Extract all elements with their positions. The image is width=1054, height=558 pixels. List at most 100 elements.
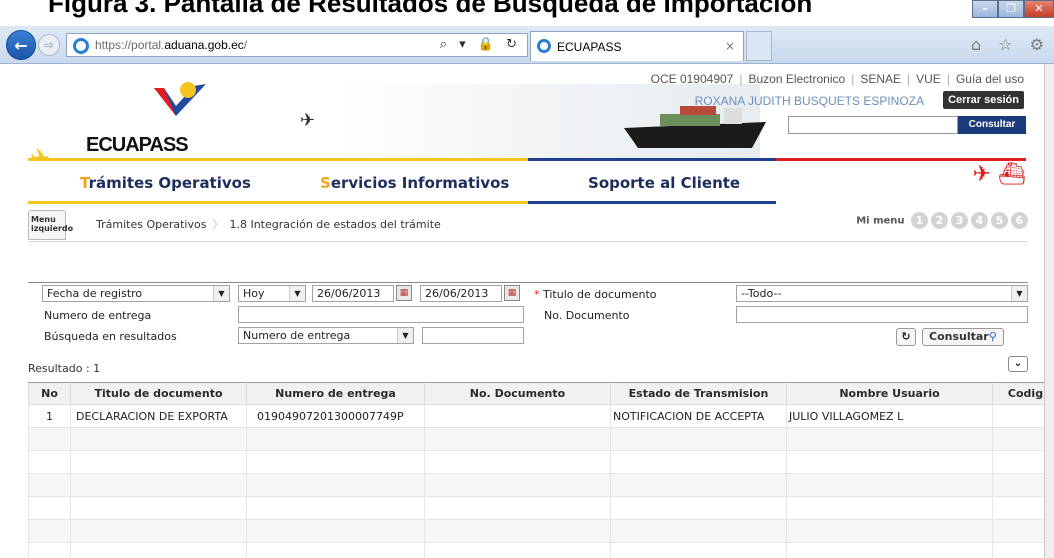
address-controls-icons[interactable]: ⌕ ▾ 🔒 ↻ — [440, 37, 521, 52]
minimize-button[interactable]: – — [972, 0, 998, 18]
numero-entrega-label: Numero de entrega — [44, 309, 152, 322]
breadcrumb: Trámites Operativos 〉 1.8 Integración de e… — [96, 216, 441, 232]
mi-menu-4[interactable]: 4 — [971, 212, 988, 229]
document-heading: Figura 3. Pantalla de Resultados de Búsq… — [0, 0, 1054, 26]
calendar-icon[interactable]: ▦ — [396, 285, 412, 301]
cell-numero-entrega[interactable]: 01904907201300007749P — [246, 404, 425, 428]
table-row-empty — [28, 496, 1044, 520]
no-documento-input[interactable] — [736, 306, 1028, 323]
consultar-button[interactable]: Consultar⚲ — [922, 328, 1004, 346]
window-controls: – ❐ ✕ — [972, 0, 1054, 18]
table-row[interactable]: 1 DECLARACION DE EXPORTA 019049072013000… — [28, 404, 1044, 428]
table-row-empty — [28, 473, 1044, 497]
numero-entrega-input[interactable] — [238, 306, 524, 323]
col-estado-transmision[interactable]: Estado de Transmision — [610, 382, 787, 405]
nav-servicios-informativos[interactable]: Servicios Informativos — [320, 174, 509, 192]
header-search-input[interactable] — [788, 116, 958, 134]
breadcrumb-level2: 1.8 Integración de estados del trámite — [229, 218, 441, 231]
browser-toolbar: – ❐ ✕ ← ⇨ https://portal.aduana.gob.ec/ … — [0, 0, 1054, 64]
back-button[interactable]: ← — [6, 30, 36, 60]
col-no-documento[interactable]: No. Documento — [424, 382, 611, 405]
close-window-button[interactable]: ✕ — [1024, 0, 1054, 18]
menu-izquierdo-button[interactable]: Menu izquierdo — [28, 210, 73, 240]
ecuapass-logo-mark — [154, 82, 206, 116]
senae-link[interactable]: SENAE — [860, 72, 901, 86]
refresh-button[interactable]: ↻ — [896, 328, 916, 346]
col-nombre-usuario[interactable]: Nombre Usuario — [786, 382, 993, 405]
browser-tools-icons[interactable]: ⌂ ☆ ⚙ — [971, 35, 1050, 54]
result-count: Resultado : 1 — [28, 362, 101, 375]
form-row-1: Fecha de registro ▼ Hoy ▼ 26/06/2013 ▦ 26/… — [28, 285, 1028, 307]
chevron-down-icon: ▼ — [1011, 286, 1027, 301]
vertical-scrollbar[interactable] — [1044, 64, 1054, 558]
address-bar[interactable]: https://portal.aduana.gob.ec/ ⌕ ▾ 🔒 ↻ — [66, 33, 528, 57]
buzon-link[interactable]: Buzon Electronico — [748, 72, 845, 86]
col-numero-entrega[interactable]: Numero de entrega — [246, 382, 425, 405]
collapse-toggle-button[interactable]: ⌄ — [1008, 356, 1028, 372]
date-to-input[interactable]: 26/06/2013 — [420, 285, 502, 302]
cell-no-documento — [424, 404, 611, 428]
ecuapass-logo[interactable]: ECUAPASS — [86, 134, 189, 157]
titulo-documento-select[interactable]: --Todo-- ▼ — [736, 285, 1028, 302]
site-header: ECUAPASS ✈ OCE 01904907 | Buzon Electronic… — [0, 64, 1044, 172]
mi-menu-6[interactable]: 6 — [1011, 212, 1028, 229]
col-no[interactable]: No — [28, 382, 71, 405]
red-stripe — [776, 158, 1026, 161]
vue-link[interactable]: VUE — [916, 72, 941, 86]
chevron-down-icon: ⌄ — [1013, 358, 1023, 369]
browser-tab-ecuapass[interactable]: ECUAPASS × — [530, 31, 744, 61]
restore-button[interactable]: ❐ — [998, 0, 1024, 18]
top-links: OCE 01904907 | Buzon Electronico | SENAE | VUE… — [650, 72, 1024, 86]
date-from-input[interactable]: 26/06/2013 — [312, 285, 394, 302]
date-type-select[interactable]: Fecha de registro ▼ — [42, 285, 230, 302]
table-header-row: No Titulo de documento Numero de entrega… — [28, 382, 1044, 405]
search-form: Fecha de registro ▼ Hoy ▼ 26/06/2013 ▦ 26/… — [28, 282, 1028, 348]
transport-icons: ✈ ⛴ — [972, 162, 1026, 187]
breadcrumb-bar: Menu izquierdo Trámites Operativos 〉 1.8 I… — [28, 204, 1028, 242]
col-codigo[interactable]: Codig — [992, 382, 1044, 405]
table-row-empty — [28, 427, 1044, 451]
table-row-empty — [28, 450, 1044, 474]
yellow-stripe — [28, 158, 528, 161]
user-name: ROXANA JUDITH BUSQUETS ESPINOZA — [694, 94, 924, 108]
results-table: No Titulo de documento Numero de entrega… — [28, 382, 1044, 558]
col-titulo-documento[interactable]: Titulo de documento — [70, 382, 247, 405]
back-arrow-icon: ← — [14, 35, 28, 55]
period-select[interactable]: Hoy ▼ — [238, 285, 306, 302]
mi-menu-1[interactable]: 1 — [911, 212, 928, 229]
nav-tramites-operativos[interactable]: Trámites Operativos — [80, 174, 251, 192]
forward-button[interactable]: ⇨ — [38, 34, 60, 56]
titulo-documento-label: * Titulo de documento — [534, 288, 657, 301]
refresh-icon: ↻ — [901, 330, 911, 343]
mi-menu: Mi menu 123456 — [856, 212, 1028, 229]
breadcrumb-chevron-icon: 〉 — [212, 218, 224, 231]
calendar-icon[interactable]: ▦ — [504, 285, 520, 301]
ie-tab-icon — [537, 39, 551, 53]
new-tab-button[interactable] — [746, 31, 772, 61]
address-url[interactable]: https://portal.aduana.gob.ec/ — [95, 38, 247, 52]
mi-menu-3[interactable]: 3 — [951, 212, 968, 229]
page: Figura 3. Pantalla de Resultados de Búsq… — [0, 0, 1054, 558]
cell-estado: NOTIFICACION DE ACCEPTA — [610, 404, 787, 428]
logout-button[interactable]: Cerrar sesión — [943, 91, 1024, 109]
cargo-ship-image — [624, 106, 766, 148]
form-row-2: Numero de entrega No. Documento — [28, 306, 1028, 328]
guia-link[interactable]: Guía del uso — [956, 72, 1024, 86]
chevron-down-icon: ▼ — [213, 286, 229, 301]
busqueda-campo-select[interactable]: Numero de entrega ▼ — [238, 327, 414, 344]
oce-link[interactable]: OCE 01904907 — [651, 72, 734, 86]
busqueda-resultados-label: Búsqueda en resultados — [44, 330, 177, 343]
tab-close-icon[interactable]: × — [725, 39, 735, 53]
table-row-empty — [28, 519, 1044, 543]
cell-titulo: DECLARACION DE EXPORTA — [70, 404, 247, 428]
chevron-down-icon: ▼ — [289, 286, 305, 301]
form-row-3: Búsqueda en resultados Numero de entrega… — [28, 327, 1028, 349]
airplane-icon: ✈ — [300, 110, 316, 131]
breadcrumb-level1[interactable]: Trámites Operativos — [96, 218, 206, 231]
cell-usuario: JULIO VILLAGOMEZ L — [786, 404, 993, 428]
busqueda-valor-input[interactable] — [422, 327, 524, 344]
header-search-button[interactable]: Consultar — [958, 116, 1026, 134]
mi-menu-2[interactable]: 2 — [931, 212, 948, 229]
nav-soporte-al-cliente[interactable]: Soporte al Cliente — [588, 174, 740, 192]
mi-menu-5[interactable]: 5 — [991, 212, 1008, 229]
